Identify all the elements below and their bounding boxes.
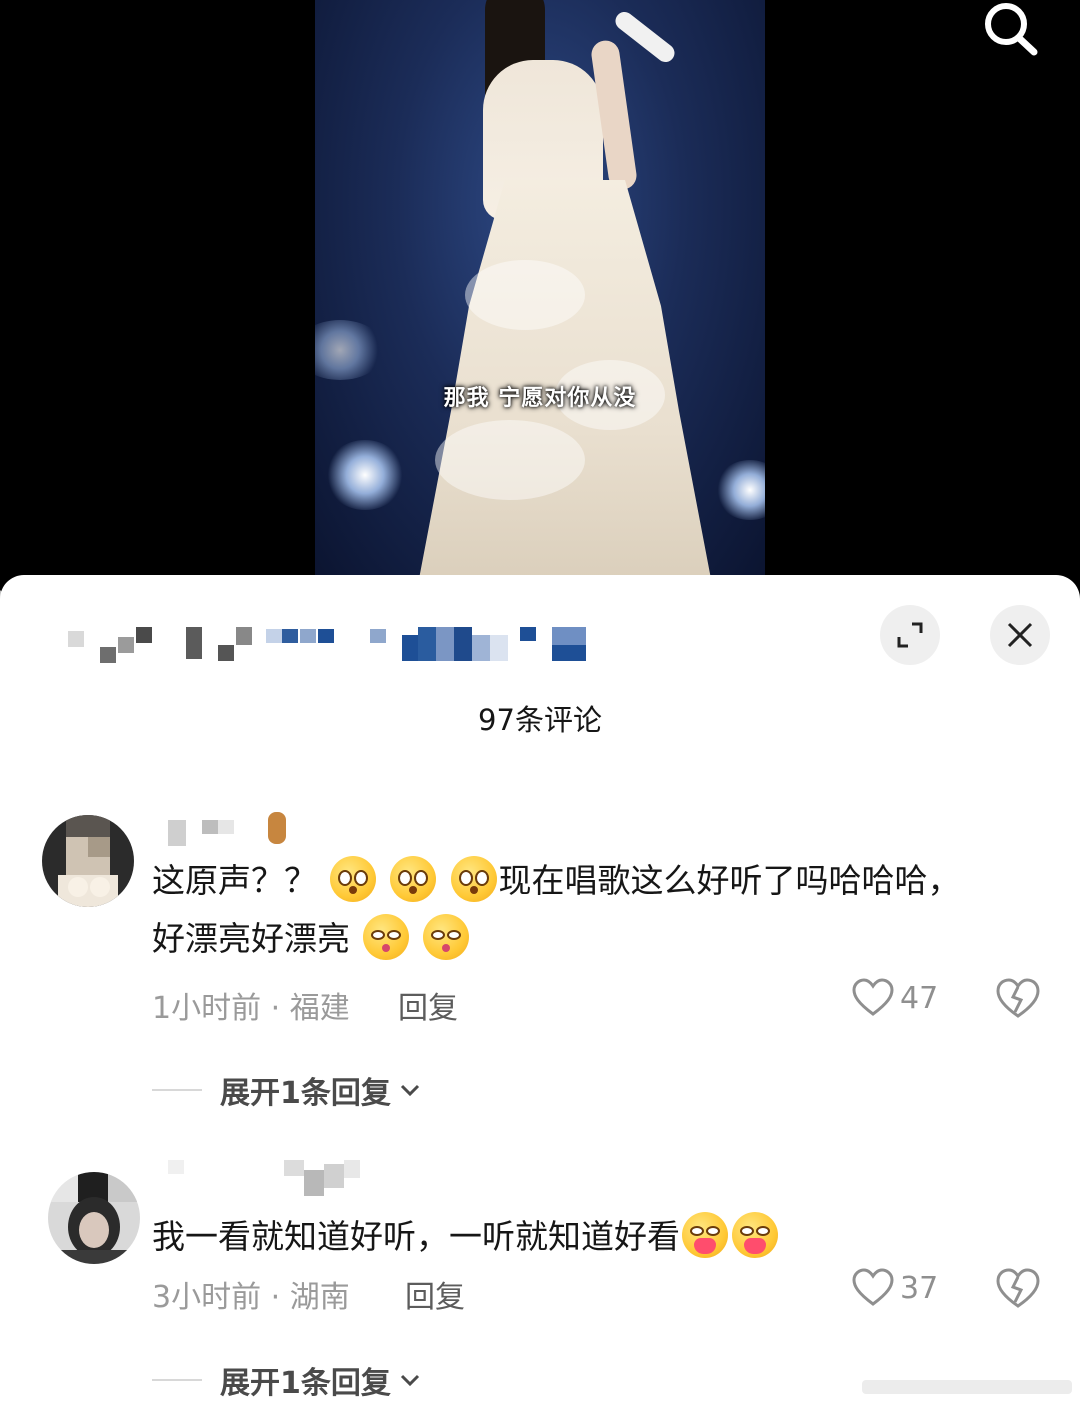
heart-outline-icon	[852, 978, 894, 1016]
username-redacted[interactable]	[168, 812, 388, 848]
shocked-emoji-icon	[329, 856, 376, 902]
search-icon	[985, 3, 1038, 56]
expand-replies-label: 展开1条回复	[220, 1076, 391, 1111]
comment-text-part: 现在唱歌这么好听了吗哈哈哈，	[498, 861, 961, 900]
dislike-button[interactable]	[996, 978, 1040, 1022]
expand-icon	[897, 622, 923, 648]
stage-light	[315, 320, 385, 380]
comment-meta: 3小时前 · 湖南	[152, 1280, 350, 1315]
dress-ruffle	[465, 260, 585, 330]
chevron-down-icon	[400, 1374, 419, 1387]
kissing-emoji-icon	[423, 914, 469, 960]
comment-count-title: 97条评论	[478, 703, 602, 737]
stage-light	[325, 440, 405, 510]
microphone	[611, 8, 679, 66]
comment-text: 我一看就知道好听，一听就知道好看	[152, 1208, 1032, 1266]
love-hug-emoji-icon	[682, 1212, 728, 1258]
like-button[interactable]: 37	[852, 1268, 938, 1308]
kissing-emoji-icon	[362, 914, 409, 960]
username-redacted[interactable]	[168, 1160, 388, 1196]
comment-text-part: 好漂亮好漂亮	[152, 919, 350, 958]
like-count: 37	[900, 1270, 939, 1306]
comment-text: 这原声？？ 现在唱歌这么好听了吗哈哈哈， 好漂亮好漂亮	[152, 852, 1032, 968]
dislike-button[interactable]	[996, 1268, 1040, 1312]
reply-button[interactable]: 回复	[405, 1272, 465, 1316]
shocked-emoji-icon	[390, 856, 436, 902]
expand-replies-button[interactable]: 展开1条回复	[152, 1068, 423, 1112]
comment-meta: 1小时前 · 福建	[152, 991, 350, 1026]
redacted-header	[60, 623, 620, 663]
divider-line	[152, 1089, 202, 1091]
bottom-scroll-indicator	[862, 1380, 1072, 1394]
comment-text-part: 我一看就知道好听，一听就知道好看	[152, 1217, 680, 1256]
broken-heart-icon	[996, 1268, 1040, 1308]
love-hug-emoji-icon	[732, 1212, 778, 1258]
expand-replies-label: 展开1条回复	[220, 1366, 391, 1401]
heart-outline-icon	[852, 1268, 894, 1306]
avatar[interactable]	[48, 1172, 140, 1264]
close-button[interactable]	[990, 605, 1050, 665]
divider-line	[152, 1379, 202, 1381]
video-player[interactable]: 那我 宁愿对你从没	[0, 0, 1080, 600]
avatar-image	[48, 1172, 140, 1264]
chevron-down-icon	[400, 1084, 419, 1097]
stage-light	[715, 460, 765, 520]
dress-ruffle	[435, 420, 585, 500]
broken-heart-icon	[996, 978, 1040, 1018]
expand-button[interactable]	[880, 605, 940, 665]
comments-sheet: 97条评论 这原声？？ 现在唱歌这么好听了吗哈哈哈， 好漂亮好漂亮 1小时前 ·…	[0, 575, 1080, 1403]
expand-replies-button[interactable]: 展开1条回复	[152, 1358, 423, 1402]
like-button[interactable]: 47	[852, 978, 938, 1018]
reply-button[interactable]: 回复	[398, 983, 458, 1027]
video-subtitle: 那我 宁愿对你从没	[443, 386, 637, 411]
avatar[interactable]	[42, 815, 134, 907]
like-count: 47	[900, 980, 939, 1016]
avatar-image	[42, 815, 134, 907]
shocked-emoji-icon	[450, 856, 497, 902]
video-frame[interactable]: 那我 宁愿对你从没	[315, 0, 765, 580]
comment-text-part: 这原声？？	[152, 861, 317, 900]
close-icon	[1007, 622, 1033, 648]
search-button[interactable]	[980, 0, 1042, 58]
